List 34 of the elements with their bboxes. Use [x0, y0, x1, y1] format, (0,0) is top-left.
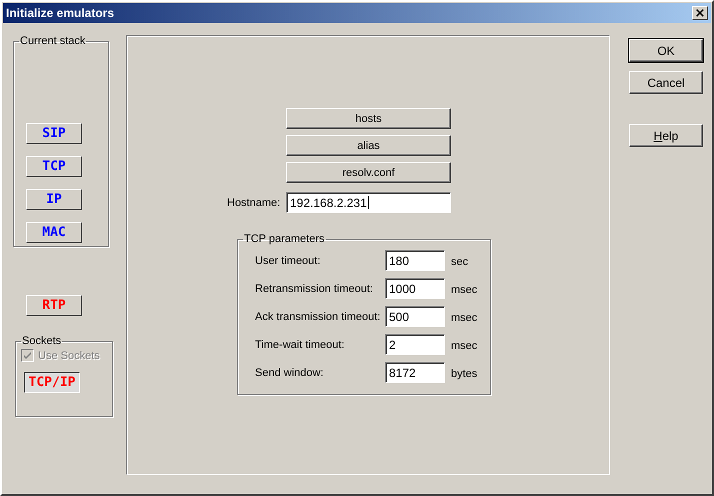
protocol-button[interactable]: MAC	[26, 222, 82, 243]
hostname-field[interactable]: 192.168.2.231	[286, 192, 451, 213]
file-button[interactable]: alias	[286, 135, 451, 156]
parameter-field[interactable]: 1000	[385, 278, 445, 299]
checkbox-label: Use Sockets	[38, 350, 100, 362]
file-button[interactable]: resolv.conf	[286, 162, 451, 183]
group-title: Current stack	[19, 35, 86, 47]
parameter-label: Time-wait timeout:	[255, 338, 346, 350]
parameter-field[interactable]: 180	[385, 250, 445, 271]
unit-label: bytes	[451, 368, 478, 380]
group-title: Sockets	[21, 335, 62, 347]
parameter-field[interactable]: 8172	[385, 362, 445, 383]
group-title: TCP parameters	[243, 233, 326, 245]
protocol-button[interactable]: TCP	[26, 156, 82, 177]
parameter-field[interactable]: 2	[385, 334, 445, 355]
parameter-label: Send window:	[255, 366, 324, 378]
parameter-field[interactable]: 500	[385, 306, 445, 327]
parameter-label: Retransmission timeout:	[255, 282, 374, 294]
unit-label: msec	[451, 312, 478, 324]
parameter-label: Ack transmission timeout:	[255, 310, 382, 322]
checkmark-icon	[23, 351, 32, 360]
file-button[interactable]: hosts	[286, 108, 451, 129]
unit-label: msec	[451, 340, 478, 352]
protocol-button[interactable]: IP	[26, 189, 82, 210]
unit-label: sec	[451, 256, 468, 268]
parameter-label: User timeout:	[255, 254, 322, 266]
dialog-button[interactable]: Help	[629, 124, 703, 147]
unit-label: msec	[451, 284, 478, 296]
window-title: Initialize emulators	[6, 6, 114, 20]
close-button[interactable]: ×	[692, 6, 708, 20]
hostname-label: Hostname:	[227, 196, 282, 208]
protocol-button[interactable]: SIP	[26, 123, 82, 144]
dialog-button[interactable]: Cancel	[629, 71, 703, 94]
dialog-button[interactable]: OK	[629, 39, 703, 62]
